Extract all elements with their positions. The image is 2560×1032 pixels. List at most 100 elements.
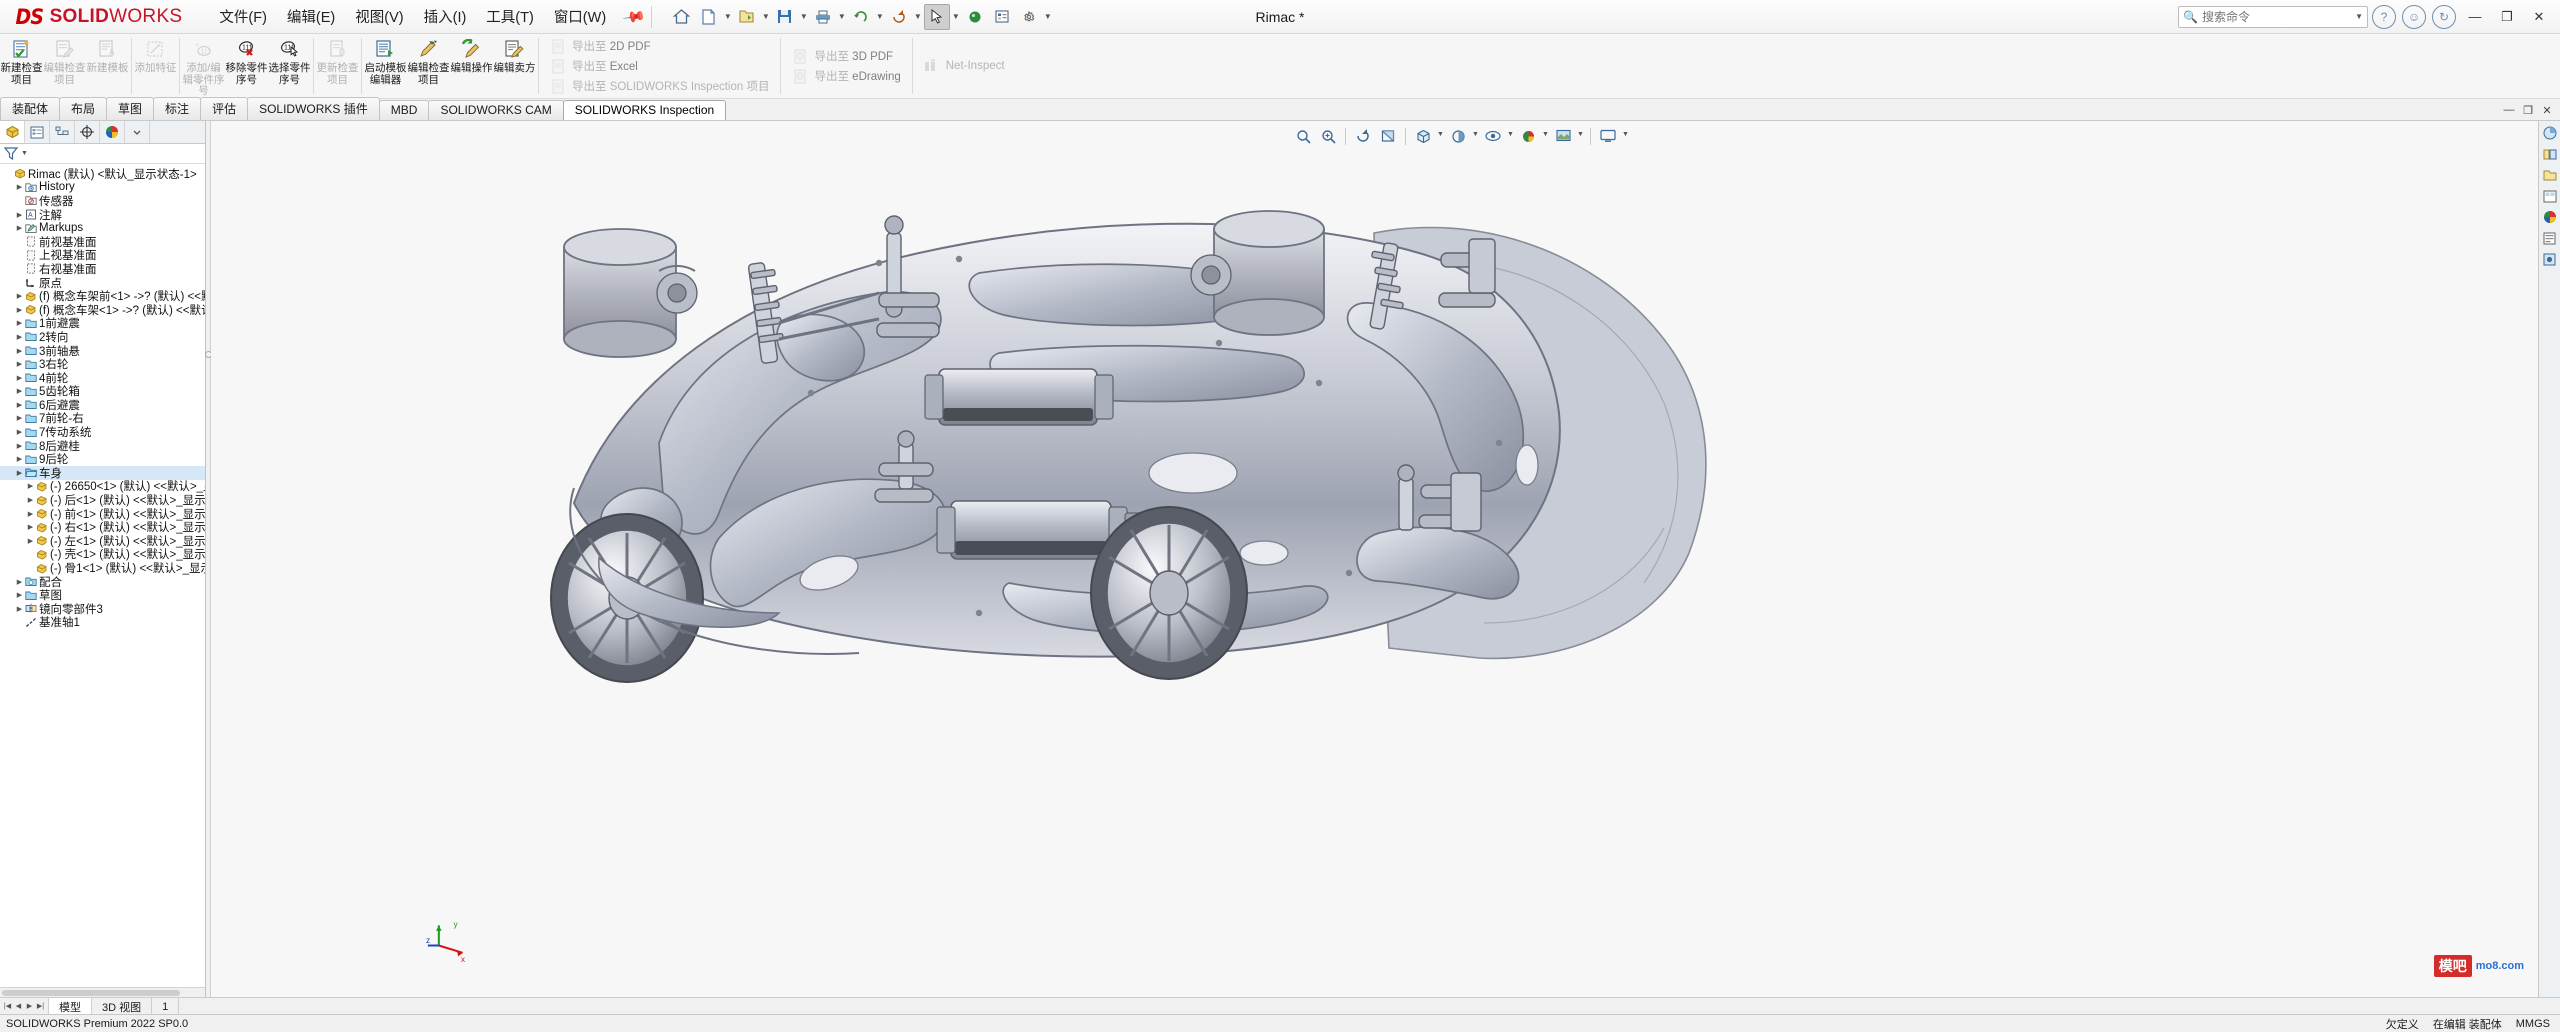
new-inspection-project-button[interactable]: 新建检查项目	[0, 34, 43, 98]
menu-view[interactable]: 视图(V)	[346, 2, 412, 31]
tree-item-front-axle[interactable]: ▶ 3前轴悬	[0, 344, 205, 358]
pushpin-icon[interactable]: 📌	[622, 4, 648, 30]
tree-expand-chevron-icon[interactable]: ▶	[15, 183, 24, 191]
pdm-icon[interactable]	[2541, 250, 2559, 268]
bottom-tab-model[interactable]: 模型	[49, 998, 92, 1014]
fmtab-display-manager[interactable]	[100, 121, 125, 143]
edit-inspection-button[interactable]: 编辑检查项目	[407, 34, 450, 98]
tree-item-markups[interactable]: ▶ Markups	[0, 221, 205, 235]
hide-show-items-icon[interactable]	[1481, 125, 1505, 147]
feature-tree-horizontal-scrollbar[interactable]	[0, 987, 205, 997]
display-style-chevron-down-icon[interactable]: ▼	[1471, 131, 1480, 141]
tree-expand-chevron-icon[interactable]: ▶	[15, 319, 24, 327]
status-units[interactable]: MMGS	[2516, 1018, 2550, 1030]
undo-icon[interactable]	[848, 4, 874, 30]
tree-item-front-shock[interactable]: ▶ 1前避震	[0, 317, 205, 330]
search-chevron-down-icon[interactable]: ▼	[2355, 12, 2363, 21]
tree-item-skeleton[interactable]: (-) 骨1<1> (默认) <<默认>_显示状态 1>	[0, 561, 205, 575]
graphics-minimize-button[interactable]: —	[2501, 102, 2517, 118]
design-library-icon[interactable]	[2541, 145, 2559, 163]
net-inspect-button[interactable]: Net-Inspect	[921, 56, 1008, 76]
help-circle-icon[interactable]: ?	[2372, 4, 2396, 29]
tree-expand-chevron-icon[interactable]: ▶	[15, 360, 24, 368]
tree-expand-chevron-icon[interactable]: ▶	[15, 211, 24, 219]
export-edrawing-button[interactable]: 导出至 eDrawing	[789, 66, 903, 86]
tree-root-rimac[interactable]: Rimac (默认) <默认_显示状态-1>	[0, 167, 205, 181]
appearances-scenes-icon[interactable]	[2541, 208, 2559, 226]
tree-expand-chevron-icon[interactable]: ▶	[26, 482, 35, 490]
rebuild-icon[interactable]	[886, 4, 912, 30]
launch-template-editor-button[interactable]: 启动模板编辑器	[364, 34, 407, 98]
zoom-to-area-icon[interactable]	[1316, 125, 1340, 147]
tree-expand-chevron-icon[interactable]: ▶	[26, 523, 35, 531]
add-feature-button[interactable]: 添加特征	[134, 34, 177, 98]
nav-last-button[interactable]: ▶|	[35, 1000, 46, 1013]
open-document-chevron-down-icon[interactable]: ▼	[761, 12, 771, 21]
tree-item-front-wheel[interactable]: ▶ 4前轮	[0, 371, 205, 385]
view-settings-chevron-down-icon[interactable]: ▼	[1621, 131, 1630, 141]
tab-layout[interactable]: 布局	[59, 97, 108, 120]
edit-operation-button[interactable]: 编辑操作	[450, 34, 493, 98]
menu-insert[interactable]: 插入(I)	[415, 2, 476, 31]
save-chevron-down-icon[interactable]: ▼	[799, 12, 809, 21]
bell-circle-icon[interactable]: ↻	[2432, 4, 2456, 29]
new-template-button[interactable]: A 新建模板	[86, 34, 129, 98]
tree-item-rear-mount[interactable]: ▶ 8后避桂	[0, 439, 205, 453]
update-inspection-project-button[interactable]: 更新检查项目	[316, 34, 359, 98]
menu-window[interactable]: 窗口(W)	[545, 2, 615, 31]
tree-expand-chevron-icon[interactable]: ▶	[15, 455, 24, 463]
nav-next-button[interactable]: ▶	[24, 1000, 35, 1013]
select-balloon-button[interactable]: 111 选择零件序号	[268, 34, 311, 98]
previous-view-icon[interactable]	[1351, 125, 1375, 147]
tab-addins[interactable]: SOLIDWORKS 插件	[247, 97, 380, 120]
fmtab-dimxpert-manager[interactable]	[75, 121, 100, 143]
tab-sketch[interactable]: 草图	[106, 97, 155, 120]
tree-expand-chevron-icon[interactable]: ▶	[15, 347, 24, 355]
menu-edit[interactable]: 编辑(E)	[278, 2, 344, 31]
tree-item-top-plane[interactable]: 上视基准面	[0, 249, 205, 262]
view-orientation-chevron-down-icon[interactable]: ▼	[1436, 131, 1445, 141]
tree-item-front-wheel-right[interactable]: ▶ 7前轮-右	[0, 412, 205, 425]
tree-expand-chevron-icon[interactable]: ▶	[15, 469, 24, 477]
apply-scene-icon[interactable]	[1551, 125, 1575, 147]
tree-item-history[interactable]: ▶ History	[0, 181, 205, 195]
account-circle-icon[interactable]: ☺	[2402, 4, 2426, 29]
export-3d-pdf-button[interactable]: 导出至 3D PDF	[789, 46, 903, 66]
tree-filter-icon[interactable]	[4, 146, 19, 161]
fmtab-property-manager[interactable]	[25, 121, 50, 143]
tree-item-axis-1[interactable]: 基准轴1	[0, 616, 205, 629]
tree-expand-chevron-icon[interactable]: ▶	[15, 414, 24, 422]
print-chevron-down-icon[interactable]: ▼	[837, 12, 847, 21]
section-view-icon[interactable]	[1376, 125, 1400, 147]
solidworks-resources-icon[interactable]	[2541, 124, 2559, 142]
tab-evaluate[interactable]: 评估	[200, 97, 249, 120]
save-icon[interactable]	[772, 4, 798, 30]
remove-balloon-button[interactable]: 111 移除零件序号	[225, 34, 268, 98]
select-chevron-down-icon[interactable]: ▼	[951, 12, 961, 21]
tree-expand-chevron-icon[interactable]: ▶	[15, 578, 24, 586]
new-document-chevron-down-icon[interactable]: ▼	[723, 12, 733, 21]
tree-expand-chevron-icon[interactable]: ▶	[15, 333, 24, 341]
tree-expand-chevron-icon[interactable]: ▶	[15, 401, 24, 409]
tree-item-mirror-component-3[interactable]: ▶ 镜向零部件3	[0, 602, 205, 616]
tree-expand-chevron-icon[interactable]: ▶	[15, 306, 24, 314]
export-excel-button[interactable]: 导出至 Excel	[547, 56, 772, 76]
view-palette-icon[interactable]	[2541, 187, 2559, 205]
tab-assembly[interactable]: 装配体	[0, 97, 61, 120]
tree-expand-chevron-icon[interactable]: ▶	[15, 292, 24, 300]
tab-markup[interactable]: 标注	[153, 97, 202, 120]
tree-expand-chevron-icon[interactable]: ▶	[26, 537, 35, 545]
tree-item-right-wheel[interactable]: ▶ 3右轮	[0, 357, 205, 371]
search-box[interactable]: 🔍 ▼	[2178, 5, 2368, 28]
tree-expand-chevron-icon[interactable]: ▶	[15, 605, 24, 613]
bottom-tab-sheet-1[interactable]: 1	[152, 998, 180, 1014]
scrollbar-thumb[interactable]	[2, 990, 180, 996]
print-icon[interactable]	[810, 4, 836, 30]
tab-cam[interactable]: SOLIDWORKS CAM	[428, 100, 564, 120]
add-edit-balloon-button[interactable]: 111 添加/编辑零件序号	[182, 34, 225, 98]
menu-tools[interactable]: 工具(T)	[477, 2, 543, 31]
search-input[interactable]	[2201, 9, 2352, 24]
tree-item-sensors[interactable]: 传感器	[0, 194, 205, 208]
nav-prev-button[interactable]: ◀	[13, 1000, 24, 1013]
settings-chevron-down-icon[interactable]: ▼	[1043, 12, 1053, 21]
